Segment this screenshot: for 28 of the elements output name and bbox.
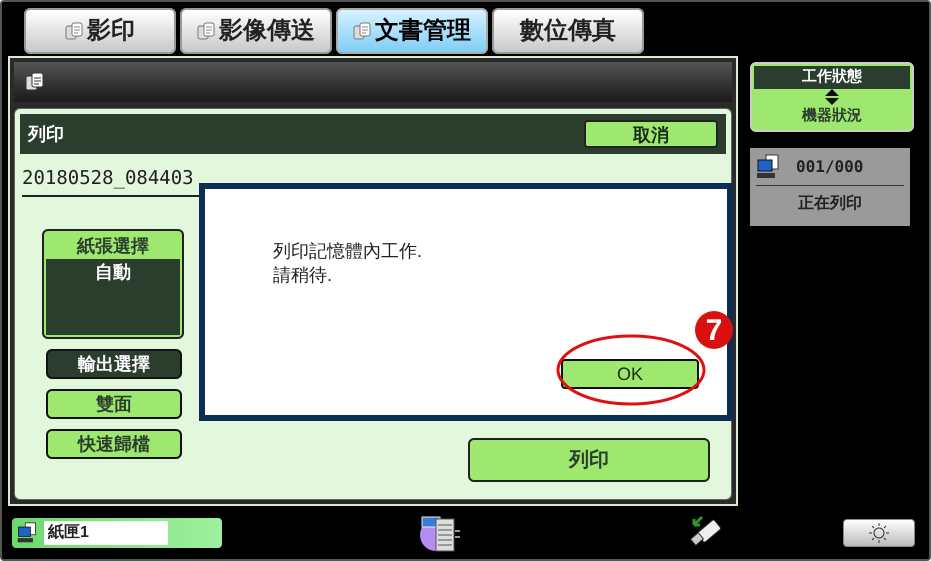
print-button[interactable]: 列印 (468, 438, 710, 482)
cancel-button[interactable]: 取消 (584, 120, 718, 148)
documents-icon (197, 21, 217, 41)
option-button[interactable]: 快速歸檔 (46, 428, 182, 458)
up-down-arrows-icon (825, 88, 839, 104)
mode-tab[interactable]: 影印 (24, 8, 176, 54)
mode-tab[interactable]: 文書管理 (336, 8, 488, 54)
paper-select-button[interactable]: 紙張選擇 自動 (42, 228, 184, 338)
sun-icon (868, 522, 890, 544)
computer-icon (756, 154, 780, 180)
job-status: 正在列印 (797, 194, 863, 214)
documents-icon (353, 21, 373, 41)
mode-tab[interactable]: 數位傳真 (492, 8, 644, 54)
panel-title: 列印 (28, 122, 64, 146)
documents-icon (65, 21, 85, 41)
tray-label: 紙匣1 (44, 521, 168, 545)
brightness-button[interactable] (843, 519, 915, 547)
documents-icon (24, 71, 46, 93)
computer-icon (16, 522, 38, 544)
option-button[interactable]: 輸出選擇 (46, 348, 182, 378)
mode-tab[interactable]: 影像傳送 (180, 8, 332, 54)
dialog-message: 列印記憶體內工作. (273, 240, 422, 263)
option-button[interactable]: 雙面 (46, 388, 182, 418)
job-count: 001/000 (796, 156, 864, 178)
dialog-message: 請稍待. (273, 264, 334, 287)
status-toggle-button[interactable]: 工作狀態 機器狀況 (750, 62, 914, 132)
ok-button[interactable]: OK (561, 359, 699, 389)
paper-value: 自動 (46, 258, 180, 334)
